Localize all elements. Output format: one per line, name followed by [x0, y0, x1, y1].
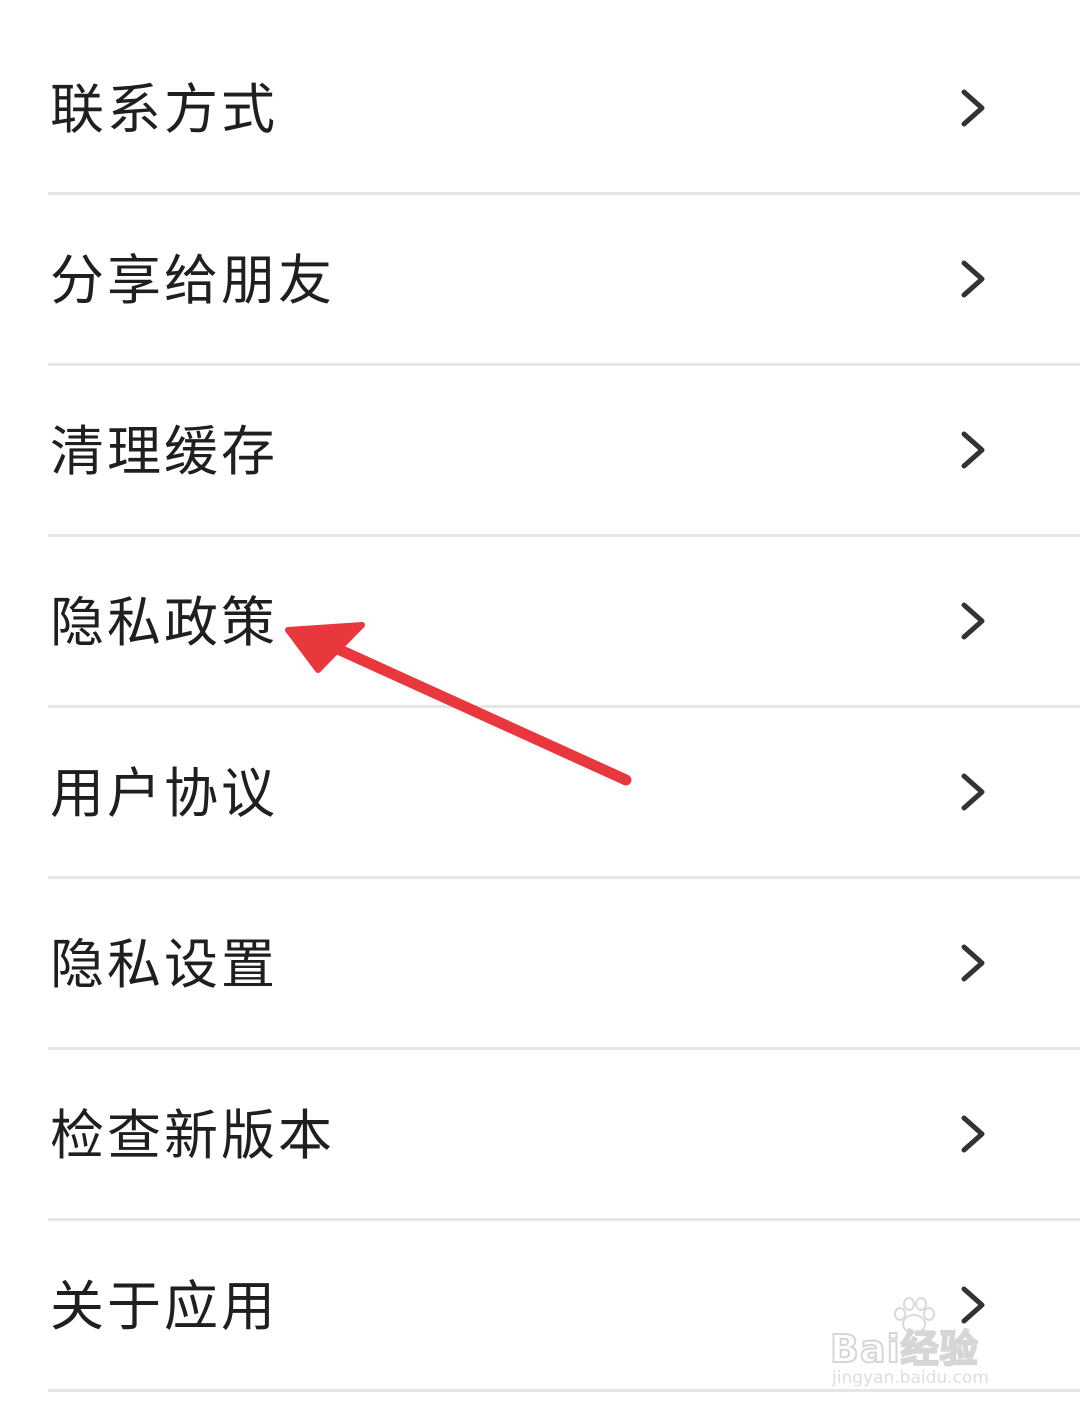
watermark-brand: Bai经验: [829, 1326, 979, 1372]
settings-menu-list: 联系方式 分享给朋友 清理缓存 隐私政策 用户协议 隐私设置 检查新版本 关于应…: [0, 24, 1080, 1392]
chevron-right-icon: [961, 773, 985, 811]
menu-item-label: 关于应用: [50, 1275, 278, 1338]
chevron-right-icon: [961, 431, 985, 469]
menu-item-check-update[interactable]: 检查新版本: [0, 1050, 1080, 1221]
menu-item-label: 隐私政策: [50, 591, 278, 654]
chevron-right-icon: [961, 944, 985, 982]
chevron-right-icon: [961, 602, 985, 640]
chevron-right-icon: [961, 89, 985, 127]
chevron-right-icon: [961, 260, 985, 298]
menu-item-label: 检查新版本: [50, 1104, 335, 1167]
menu-item-privacy-policy[interactable]: 隐私政策: [0, 537, 1080, 708]
menu-item-label: 用户协议: [50, 762, 278, 825]
menu-item-share[interactable]: 分享给朋友: [0, 195, 1080, 366]
watermark-url: jingyan.baidu.com: [832, 1368, 989, 1388]
menu-item-contact[interactable]: 联系方式: [0, 24, 1080, 195]
baidu-jingyan-watermark: Bai经验 jingyan.baidu.com: [826, 1296, 1026, 1392]
menu-item-label: 分享给朋友: [50, 249, 335, 312]
menu-item-privacy-settings[interactable]: 隐私设置: [0, 879, 1080, 1050]
menu-item-label: 联系方式: [50, 78, 278, 141]
chevron-right-icon: [961, 1115, 985, 1153]
menu-item-user-agreement[interactable]: 用户协议: [0, 708, 1080, 879]
menu-item-label: 清理缓存: [50, 420, 278, 483]
menu-item-clear-cache[interactable]: 清理缓存: [0, 366, 1080, 537]
menu-item-label: 隐私设置: [50, 933, 278, 996]
